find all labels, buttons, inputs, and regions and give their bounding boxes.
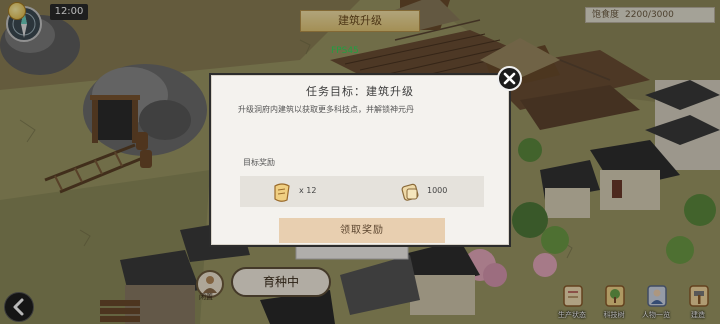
quest-dialog: 任务目标：建筑升级 升级洞府内建筑以获取更多科技点，并解锁神元丹 目标奖励 x … — [209, 73, 511, 247]
reward-item: 1000 — [390, 176, 484, 207]
dialog-description: 升级洞府内建筑以获取更多科技点，并解锁神元丹 — [238, 105, 414, 114]
claim-reward-button[interactable]: 领取奖励 — [279, 218, 445, 243]
reward-value: 1000 — [427, 186, 448, 195]
gold-ingot-icon — [401, 183, 419, 201]
close-icon — [503, 72, 516, 85]
scroll-reward-icon — [274, 183, 290, 202]
reward-item: x 12 — [240, 176, 360, 207]
close-button[interactable] — [497, 66, 522, 91]
dialog-title: 任务目标：建筑升级 — [306, 85, 414, 98]
reward-heading: 目标奖励 — [243, 158, 275, 167]
reward-panel: x 12 1000 — [240, 176, 484, 207]
reward-value: x 12 — [299, 186, 317, 195]
